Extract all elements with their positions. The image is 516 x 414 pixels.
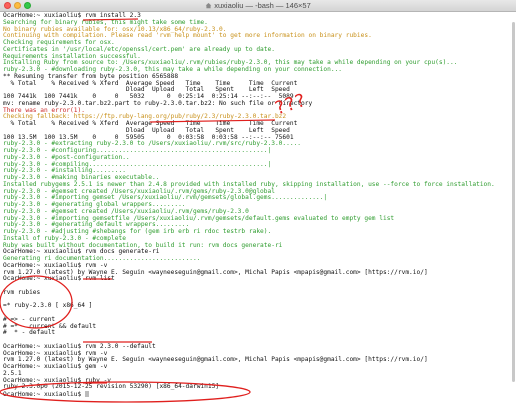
terminal-window: xuxiaoliu — -bash — 146×57 OcarHome:~ xu…: [0, 0, 516, 414]
terminal-output-line: # =* - current && default: [3, 322, 97, 330]
title-bar[interactable]: xuxiaoliu — -bash — 146×57: [0, 0, 516, 12]
terminal-output-line: rvm rubies: [3, 288, 41, 296]
terminal-output[interactable]: OcarHome:~ xuxiaoliu$ rvm install 2.3 Sea…: [0, 12, 516, 414]
terminal-output-line: # * - default: [3, 329, 56, 337]
terminal-scrollbar[interactable]: [512, 22, 515, 382]
home-folder-icon: [205, 3, 212, 9]
terminal-command-line: OcarHome:~ xuxiaoliu$ gem -v: [3, 363, 108, 370]
terminal-command-line: OcarHome:~ xuxiaoliu$ rvm list: [3, 275, 115, 283]
window-title-wrap: xuxiaoliu — -bash — 146×57: [0, 0, 516, 12]
terminal-output-line: =* ruby-2.3.0 [ x86_64 ]: [3, 302, 93, 310]
terminal-output-line: ruby 2.3.0p0 (2015-12-25 revision 53290)…: [3, 383, 220, 391]
window-title: xuxiaoliu — -bash — 146×57: [214, 1, 311, 10]
text-cursor: [84, 391, 89, 397]
terminal-command-line: OcarHome:~ xuxiaoliu$: [3, 391, 516, 398]
